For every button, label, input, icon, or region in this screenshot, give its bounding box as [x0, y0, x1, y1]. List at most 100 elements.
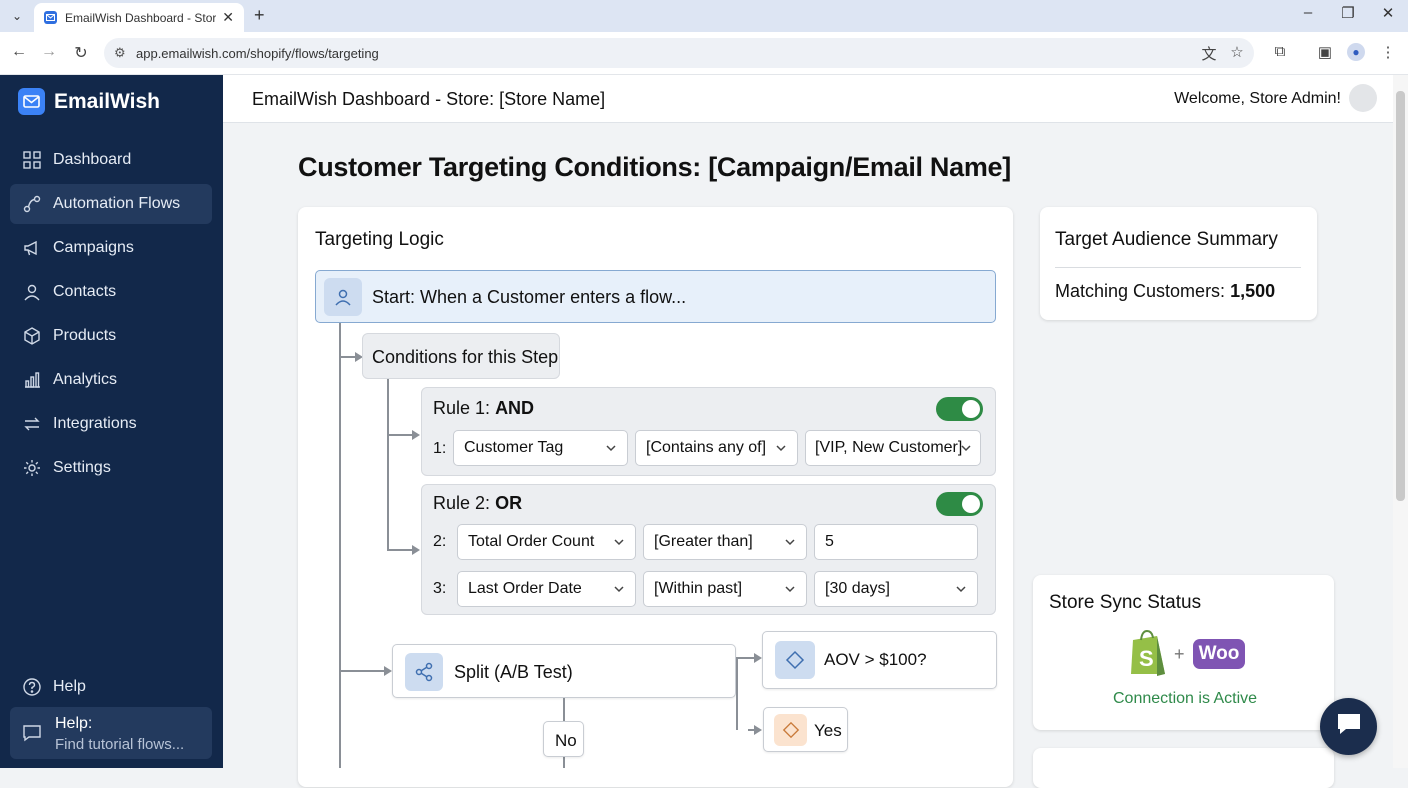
sidebar-item-label: Contacts: [53, 283, 117, 300]
profile-icon[interactable]: ●: [1345, 43, 1367, 61]
sidebar-item-campaigns[interactable]: Campaigns: [10, 228, 212, 268]
grid-icon: [22, 150, 42, 170]
branch-connector-line: [736, 657, 738, 730]
conditions-label: Conditions for this Step: [372, 347, 559, 367]
sidebar-item-integrations[interactable]: Integrations: [10, 404, 212, 444]
sidebar-item-help[interactable]: Help: [10, 667, 212, 707]
rule-2-value-input[interactable]: 5: [814, 524, 978, 560]
rule-1-toggle[interactable]: [936, 397, 983, 421]
chevron-down-icon: [776, 445, 786, 452]
bookmark-star-icon[interactable]: ☆: [1226, 43, 1248, 61]
swap-icon: [22, 414, 42, 434]
brand-logo[interactable]: EmailWish: [18, 88, 160, 115]
sidebar-item-label: Automation Flows: [53, 195, 181, 212]
next-card-partial: [1033, 748, 1334, 788]
rule-2-toggle[interactable]: [936, 492, 983, 516]
restore-icon[interactable]: ❐: [1333, 4, 1363, 22]
rule-2-field-select[interactable]: Total Order Count: [457, 524, 636, 560]
page-scrollbar[interactable]: [1393, 75, 1408, 768]
row-number: 3:: [433, 580, 447, 597]
translate-icon[interactable]: 文: [1198, 43, 1220, 64]
sidebar-item-dashboard[interactable]: Dashboard: [10, 140, 212, 180]
arrow-icon: [412, 545, 420, 555]
scrollbar-thumb[interactable]: [1396, 91, 1405, 501]
rule-3-operator-select[interactable]: [Within past]: [643, 571, 807, 607]
chevron-down-icon: [785, 586, 795, 593]
rule-3-field-select[interactable]: Last Order Date: [457, 571, 636, 607]
help-tutorial-box[interactable]: Help: Find tutorial flows...: [10, 707, 212, 759]
rule-1-group: Rule 1: AND 1: Customer Tag [Contains an…: [421, 387, 996, 476]
tab-search-chevron-icon[interactable]: ⌄: [6, 6, 28, 26]
close-window-icon[interactable]: ✕: [1373, 4, 1403, 22]
sidebar-item-contacts[interactable]: Contacts: [10, 272, 212, 312]
rules-connector-line: [387, 379, 389, 551]
avatar[interactable]: [1349, 84, 1377, 112]
gear-icon: [22, 458, 42, 478]
emailwish-favicon-icon: [44, 11, 57, 24]
sidebar-item-label: Integrations: [53, 415, 137, 432]
chevron-down-icon: [606, 445, 616, 452]
diamond-icon: [775, 641, 815, 679]
back-icon[interactable]: ←: [8, 43, 30, 61]
chat-button[interactable]: [1320, 698, 1377, 755]
split-label: Split (A/B Test): [454, 662, 573, 682]
extensions-icon[interactable]: ⧉: [1269, 43, 1291, 60]
arrow-icon: [384, 666, 392, 676]
close-tab-icon[interactable]: ✕: [222, 9, 234, 26]
chevron-down-icon: [956, 586, 966, 593]
browser-menu-icon[interactable]: ⋮: [1377, 43, 1399, 61]
woocommerce-logo-icon: Woo: [1193, 639, 1245, 669]
start-label: Start: When a Customer enters a flow...: [372, 287, 687, 307]
sidebar-item-automation-flows[interactable]: Automation Flows: [10, 184, 212, 224]
svg-text:S: S: [1139, 646, 1154, 671]
start-trigger-node[interactable]: Start: When a Customer enters a flow...: [315, 270, 996, 323]
page-title: Customer Targeting Conditions: [Campaign…: [298, 152, 1011, 182]
store-sync-card: Store Sync Status S + Woo Connection is …: [1033, 575, 1334, 730]
forward-icon[interactable]: →: [38, 43, 60, 61]
main-connector-line: [339, 323, 341, 768]
header-title: EmailWish Dashboard - Store: [Store Name…: [252, 89, 606, 109]
new-tab-icon[interactable]: +: [254, 5, 265, 26]
arrow-icon: [412, 430, 420, 440]
help-circle-icon: [22, 677, 42, 697]
rule-2-group: Rule 2: OR 2: Total Order Count [Greater…: [421, 484, 996, 615]
branch-no-label: No: [555, 731, 577, 750]
branch-no-node[interactable]: No: [543, 721, 584, 757]
rule-3-value-select[interactable]: [30 days]: [814, 571, 978, 607]
rule-1-title: Rule 1: AND: [433, 398, 535, 418]
site-info-icon[interactable]: ⚙: [114, 45, 126, 61]
megaphone-icon: [22, 238, 42, 258]
person-icon: [22, 282, 42, 302]
sidebar-item-analytics[interactable]: Analytics: [10, 360, 212, 400]
sidebar-item-products[interactable]: Products: [10, 316, 212, 356]
store-sync-heading: Store Sync Status: [1049, 592, 1202, 613]
split-ab-test-node[interactable]: Split (A/B Test): [392, 644, 736, 698]
audience-summary-heading: Target Audience Summary: [1055, 229, 1278, 250]
rule-1-field-select[interactable]: Customer Tag: [453, 430, 628, 466]
rule-1-operator-select[interactable]: [Contains any of]: [635, 430, 798, 466]
matching-customers: Matching Customers: 1,500: [1055, 281, 1276, 301]
sidebar-item-label: Dashboard: [53, 151, 132, 168]
branch-aov-node[interactable]: AOV > $100?: [762, 631, 997, 689]
reload-icon[interactable]: ↻: [70, 43, 92, 63]
person-icon: [324, 278, 362, 316]
browser-tab[interactable]: EmailWish Dashboard - Store: [ ✕: [34, 3, 244, 32]
audience-summary-card: Target Audience Summary Matching Custome…: [1040, 207, 1317, 320]
sidebar-item-settings[interactable]: Settings: [10, 448, 212, 488]
connector-line: [387, 549, 414, 551]
chat-icon: [1336, 712, 1362, 741]
address-bar[interactable]: ⚙ app.emailwish.com/shopify/flows/target…: [104, 38, 1254, 68]
side-panel-icon[interactable]: ▣: [1314, 43, 1336, 61]
welcome-text: Welcome, Store Admin!: [1174, 90, 1341, 107]
url-text: app.emailwish.com/shopify/flows/targetin…: [136, 45, 379, 61]
rule-1-value-select[interactable]: [VIP, New Customer]: [805, 430, 981, 466]
help-box-subtitle: Find tutorial flows...: [55, 736, 185, 753]
flow-icon: [22, 194, 42, 214]
chevron-down-icon: [785, 539, 795, 546]
conditions-node[interactable]: Conditions for this Step: [362, 333, 560, 379]
rule-2-operator-select[interactable]: [Greater than]: [643, 524, 807, 560]
matching-customers-count: 1,500: [1230, 281, 1276, 301]
branch-yes-node[interactable]: Yes: [763, 707, 848, 752]
minimize-icon[interactable]: –: [1293, 4, 1323, 21]
arrow-icon: [754, 725, 762, 735]
